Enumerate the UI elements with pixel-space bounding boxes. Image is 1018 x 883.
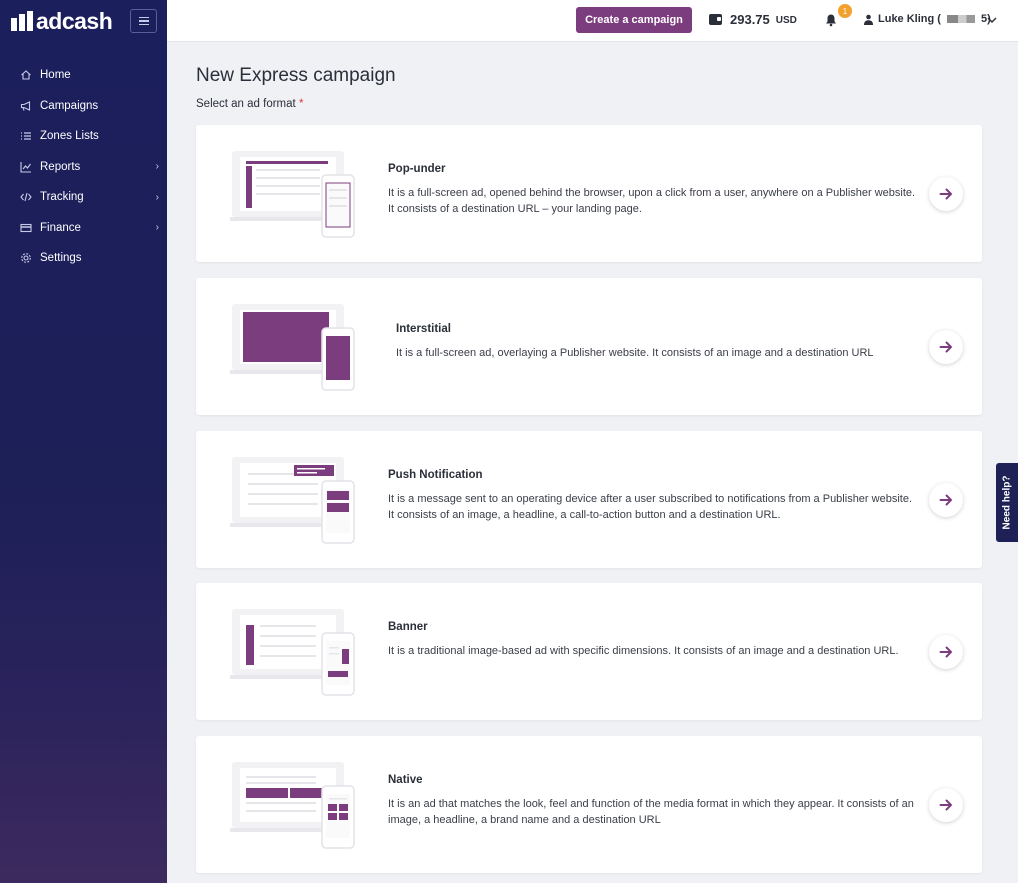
card-description: It is a full-screen ad, overlaying a Pub… [396,347,874,359]
sidebar-item-tracking[interactable]: Tracking › [0,182,167,213]
native-illustration [230,762,355,849]
ad-format-card-native[interactable]: Native It is an ad that matches the look… [196,736,982,873]
ad-format-label-text: Select an ad format [196,98,296,110]
select-popunder-button[interactable] [929,176,963,211]
code-icon [20,191,32,203]
card-description: It is a message sent to an operating dev… [388,493,912,521]
sidebar-item-label: Home [40,69,71,82]
popunder-illustration [230,151,355,238]
arrow-right-icon [939,799,952,810]
chevron-right-icon: › [155,161,159,173]
card-title: Native [388,774,423,786]
card-icon [20,222,32,234]
card-text: Interstitial It is a full-screen ad, ove… [396,323,926,361]
chevron-right-icon: › [155,222,159,234]
card-text: Push Notification It is a message sent t… [388,469,918,523]
chevron-down-icon[interactable] [986,14,998,26]
ad-format-card-push-notification[interactable]: Push Notification It is a message sent t… [196,431,982,568]
chart-icon [20,161,32,173]
account-balance[interactable]: 293.75 USD [709,12,797,27]
notifications-button[interactable]: 1 [822,4,852,30]
sidebar-item-zones-lists[interactable]: Zones Lists [0,121,167,152]
list-icon [20,130,32,142]
card-title: Pop-under [388,163,446,175]
required-marker: * [298,98,304,110]
sidebar-item-label: Zones Lists [40,130,99,143]
page-title: New Express campaign [196,65,396,86]
notification-badge: 1 [838,4,852,18]
sidebar-item-label: Reports [40,160,81,173]
arrow-right-icon [939,646,952,657]
sidebar-item-reports[interactable]: Reports › [0,152,167,183]
card-description: It is a traditional image-based ad with … [388,645,899,657]
arrow-right-icon [939,341,952,352]
sidebar-item-campaigns[interactable]: Campaigns [0,91,167,122]
create-campaign-button[interactable]: Create a campaign [576,7,692,33]
card-title: Interstitial [396,323,451,335]
bell-icon [826,14,836,27]
need-help-label: Need help? [1001,475,1013,530]
chevron-right-icon: › [155,191,159,203]
sidebar-item-label: Finance [40,221,81,234]
sidebar-item-finance[interactable]: Finance › [0,213,167,244]
menu-toggle-button[interactable] [130,9,158,33]
arrow-right-icon [939,494,952,505]
arrow-right-icon [939,188,952,199]
sidebar-nav: Home Campaigns Zones Lists Reports › Tra… [0,60,167,274]
card-title: Banner [388,621,428,633]
card-description: It is a full-screen ad, opened behind th… [388,187,916,215]
push-notification-illustration [230,457,355,544]
need-help-tab[interactable]: Need help? [996,463,1018,542]
banner-illustration [230,609,355,696]
ad-format-label: Select an ad format * [196,98,303,110]
card-text: Pop-under It is a full-screen ad, opened… [388,163,918,217]
select-native-button[interactable] [929,787,963,822]
sidebar-item-home[interactable]: Home [0,60,167,91]
gear-icon [20,252,32,264]
megaphone-icon [20,100,32,112]
ad-format-card-interstitial[interactable]: Interstitial It is a full-screen ad, ove… [196,278,982,415]
interstitial-illustration [230,304,355,391]
ad-format-card-popunder[interactable]: Pop-under It is a full-screen ad, opened… [196,125,982,262]
wallet-icon [709,14,722,25]
user-icon [864,14,873,25]
sidebar-item-label: Settings [40,252,82,265]
ad-format-card-banner[interactable]: Banner It is a traditional image-based a… [196,583,982,720]
logo-text: adcash [36,7,113,34]
adcash-logo[interactable]: adcash [11,7,113,35]
sidebar-item-label: Tracking [40,191,84,204]
card-text: Native It is an ad that matches the look… [388,774,918,828]
card-text: Banner It is a traditional image-based a… [388,621,918,659]
top-bar: Create a campaign 293.75 USD 1 Luke Klin… [167,0,1018,42]
select-interstitial-button[interactable] [929,329,963,364]
card-description: It is an ad that matches the look, feel … [388,798,914,826]
balance-amount: 293.75 [730,12,770,27]
sidebar-item-label: Campaigns [40,99,99,112]
sidebar: adcash Home Campaigns Zones Lists Report… [0,0,167,883]
redacted-id [946,15,975,23]
select-banner-button[interactable] [929,634,963,669]
select-push-notification-button[interactable] [929,482,963,517]
balance-currency: USD [775,15,797,26]
logo-row: adcash [0,0,167,42]
home-icon [20,69,32,81]
user-name: Luke Kling ( [878,13,941,25]
card-title: Push Notification [388,469,483,481]
logo-bars-icon [11,11,33,31]
sidebar-item-settings[interactable]: Settings [0,243,167,274]
user-menu[interactable]: Luke Kling ( 5) [863,13,991,25]
